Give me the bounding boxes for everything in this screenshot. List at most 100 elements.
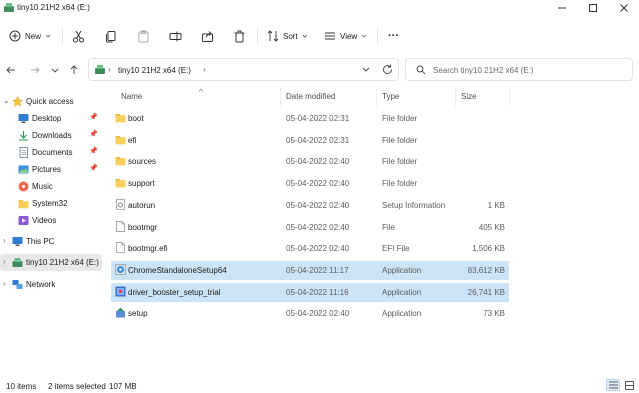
pin-icon[interactable]: 📌 xyxy=(89,147,98,155)
column-size[interactable]: Size xyxy=(461,92,477,101)
file-date: 05-04-2022 11:16 xyxy=(286,287,349,297)
sidebar-item-label: Pictures xyxy=(32,165,61,174)
sidebar-item-label: Network xyxy=(26,280,56,289)
chevron-down-icon[interactable]: ⌄ xyxy=(3,97,11,105)
sidebar-item-videos[interactable]: Videos xyxy=(0,212,102,229)
sidebar-item-desktop[interactable]: Desktop 📌 xyxy=(0,110,102,127)
file-row[interactable]: boot 05-04-2022 02:31 File folder xyxy=(111,109,509,128)
delete-button[interactable] xyxy=(233,27,246,45)
column-type[interactable]: Type xyxy=(382,92,399,101)
maximize-icon[interactable] xyxy=(578,0,608,16)
copy-button[interactable] xyxy=(104,27,117,45)
column-divider[interactable] xyxy=(455,88,456,106)
sidebar-item-label: Desktop xyxy=(32,114,62,123)
file-type: File folder xyxy=(382,135,418,145)
new-label: New xyxy=(25,31,42,41)
file-row[interactable]: autorun 05-04-2022 02:40 Setup Information… xyxy=(111,196,509,215)
column-name[interactable]: Name xyxy=(121,92,142,101)
file-row[interactable]: setup 05-04-2022 02:40 Application 73 KB xyxy=(111,304,509,323)
file-name[interactable]: sources xyxy=(128,157,156,166)
share-button[interactable] xyxy=(201,27,214,45)
file-name[interactable]: autorun xyxy=(128,201,155,210)
sidebar-item-system32[interactable]: System32 xyxy=(0,195,102,212)
search-icon xyxy=(416,65,426,75)
file-name[interactable]: efi xyxy=(128,136,136,145)
folder-icon xyxy=(115,135,126,144)
sidebar-item-label: Quick access xyxy=(26,97,74,106)
view-icon xyxy=(325,32,335,40)
paste-button[interactable] xyxy=(137,27,150,45)
sidebar-item-label: System32 xyxy=(32,199,68,208)
more-options-button[interactable]: ··· xyxy=(388,27,399,45)
sidebar-item-drive[interactable]: › tiny10 21H2 x64 (E:) xyxy=(0,254,102,271)
address-bar[interactable]: › tiny10 21H2 x64 (E:) › xyxy=(88,58,399,81)
file-size: 1 KB xyxy=(487,200,505,210)
sidebar-item-quick-access[interactable]: ⌄ Quick access xyxy=(0,93,102,110)
column-date[interactable]: Date modified xyxy=(286,92,335,101)
file-name[interactable]: driver_booster_setup_trial xyxy=(128,288,221,297)
up-button[interactable] xyxy=(66,62,82,78)
sidebar-item-documents[interactable]: Documents 📌 xyxy=(0,144,102,161)
sidebar-item-network[interactable]: › Network xyxy=(0,276,102,293)
file-row[interactable]: ChromeStandaloneSetup64 05-04-2022 11:17 A… xyxy=(111,260,509,280)
view-button[interactable]: View xyxy=(324,27,367,45)
file-name[interactable]: ChromeStandaloneSetup64 xyxy=(128,266,227,275)
view-label: View xyxy=(340,31,358,41)
file-date: 05-04-2022 02:31 xyxy=(286,135,350,145)
file-name[interactable]: support xyxy=(128,179,155,188)
column-divider[interactable] xyxy=(376,88,377,106)
column-divider[interactable] xyxy=(280,88,281,106)
breadcrumb-current[interactable]: tiny10 21H2 x64 (E:) xyxy=(118,66,191,75)
chevron-down-icon[interactable] xyxy=(362,67,370,73)
refresh-icon xyxy=(382,64,392,74)
refresh-button[interactable] xyxy=(379,61,395,77)
file-date: 05-04-2022 02:40 xyxy=(286,222,350,232)
chevron-right-icon[interactable]: › xyxy=(3,280,11,288)
sidebar-item-pictures[interactable]: Pictures 📌 xyxy=(0,161,102,178)
pin-icon[interactable]: 📌 xyxy=(89,113,98,121)
chevron-down-icon xyxy=(51,68,59,73)
breadcrumb-separator-icon[interactable]: › xyxy=(203,65,206,74)
file-name[interactable]: setup xyxy=(128,309,148,318)
file-date: 05-04-2022 02:40 xyxy=(286,200,350,210)
chevron-right-icon[interactable]: › xyxy=(3,258,11,266)
sidebar-item-this-pc[interactable]: › This PC xyxy=(0,233,102,250)
column-divider[interactable] xyxy=(509,88,510,106)
cut-button[interactable] xyxy=(72,27,85,45)
back-button[interactable] xyxy=(3,62,19,78)
pin-icon[interactable]: 📌 xyxy=(89,130,98,138)
chevron-right-icon[interactable]: › xyxy=(3,237,11,245)
folder-icon xyxy=(18,200,29,209)
downloads-icon xyxy=(19,131,28,141)
recent-locations-button[interactable] xyxy=(47,62,63,78)
arrow-up-icon xyxy=(70,65,78,74)
sidebar-item-label: This PC xyxy=(26,237,55,246)
sidebar-item-music[interactable]: Music xyxy=(0,178,102,195)
tiles-view-button[interactable] xyxy=(622,379,636,391)
file-row[interactable]: efi 05-04-2022 02:31 File folder xyxy=(111,131,509,150)
sidebar-item-downloads[interactable]: Downloads 📌 xyxy=(0,127,102,144)
sidebar-item-label: Videos xyxy=(32,216,57,225)
file-name[interactable]: bootmgr.efi xyxy=(128,244,168,253)
command-bar: New Sort View ··· xyxy=(0,20,639,50)
file-row[interactable]: bootmgr.efi 05-04-2022 02:40 EFI File 1,506… xyxy=(111,239,509,258)
new-button[interactable]: New xyxy=(9,27,51,45)
selection-size: 107 MB xyxy=(109,382,137,391)
forward-button[interactable] xyxy=(27,62,43,78)
sort-button[interactable]: Sort xyxy=(267,27,308,45)
file-name[interactable]: boot xyxy=(128,114,144,123)
search-input[interactable]: Search tiny10 21H2 x64 (E:) xyxy=(405,58,633,81)
pin-icon[interactable]: 📌 xyxy=(89,164,98,172)
file-name[interactable]: bootmgr xyxy=(128,223,157,232)
trash-icon xyxy=(234,30,245,42)
rename-button[interactable] xyxy=(169,27,182,45)
details-view-button[interactable] xyxy=(606,379,620,391)
close-icon[interactable] xyxy=(609,0,639,16)
file-row[interactable]: bootmgr 05-04-2022 02:40 File 405 KB xyxy=(111,218,509,237)
file-row[interactable]: support 05-04-2022 02:40 File folder xyxy=(111,174,509,193)
file-row[interactable]: driver_booster_setup_trial 05-04-2022 11:… xyxy=(111,282,509,302)
minimize-icon[interactable] xyxy=(547,0,577,16)
file-row[interactable]: sources 05-04-2022 02:40 File folder xyxy=(111,152,509,171)
setup-icon xyxy=(116,307,125,318)
documents-icon xyxy=(19,147,28,158)
